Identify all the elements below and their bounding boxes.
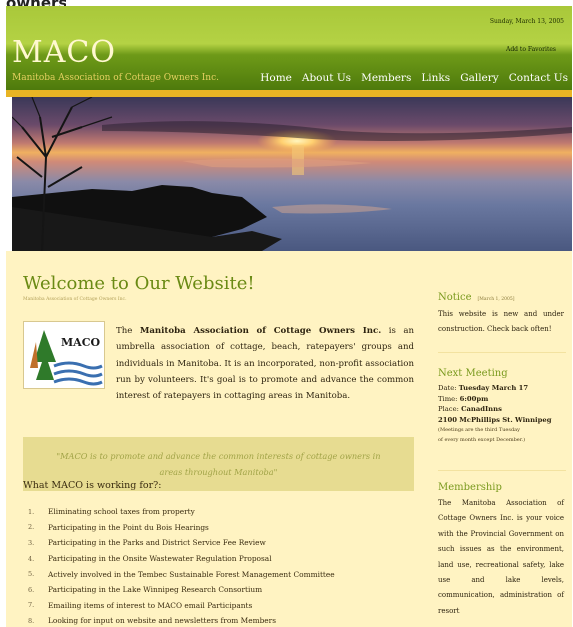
sunset-lake-banner [12, 97, 572, 251]
maco-emblem-icon [30, 330, 103, 386]
working-for-list: 1. Eliminating school taxes from property… [28, 504, 335, 627]
meeting-place: Place: CanadInns [438, 405, 502, 414]
sidebar-divider [438, 352, 566, 353]
site-tagline: Manitoba Association of Cottage Owners I… [12, 73, 219, 83]
page-title: Welcome to Our Website! [23, 273, 255, 294]
main-navigation: Home About Us Members Links Gallery Cont… [260, 72, 568, 84]
list-item: 3. Participating in the Parks and Distric… [28, 538, 266, 548]
list-item: 5. Actively involved in the Tembec Sustai… [28, 569, 335, 579]
membership-text: The Manitoba Association of Cottage Owne… [438, 499, 564, 615]
notice-text: This website is new and under constructi… [438, 310, 564, 333]
page-subtitle: Manitoba Association of Cottage Owners I… [23, 297, 127, 302]
site-logo[interactable]: MACO [12, 36, 116, 70]
nav-members[interactable]: Members [361, 72, 411, 84]
working-for-heading: What MACO is working for?: [23, 480, 162, 491]
nav-contact-us[interactable]: Contact Us [509, 72, 568, 84]
nav-gallery[interactable]: Gallery [460, 72, 499, 84]
main-content: Welcome to Our Website! Manitoba Associa… [6, 251, 572, 627]
current-date: Sunday, March 13, 2005 [489, 18, 564, 25]
nav-about-us[interactable]: About Us [302, 72, 351, 84]
list-item: 1. Eliminating school taxes from property [28, 507, 195, 517]
intro-paragraph: The Manitoba Association of Cottage Owne… [116, 326, 414, 402]
add-to-favorites-link[interactable]: Add to Favorites [506, 46, 556, 53]
notice-heading: Notice [March 1, 2005] [438, 292, 515, 303]
site-header: Sunday, March 13, 2005 Add to Favorites … [6, 6, 572, 90]
membership-heading: Membership [438, 482, 502, 493]
header-accent-bar [6, 90, 572, 97]
list-item: 4. Participating in the Onsite Wastewater… [28, 554, 272, 564]
notice-section: Notice [March 1, 2005] This website is ne… [438, 292, 564, 337]
nav-links[interactable]: Links [421, 72, 450, 84]
sidebar-divider [438, 470, 566, 471]
list-item: 8. Looking for input on website and newsl… [28, 616, 277, 626]
maco-logo: MACO [23, 321, 105, 389]
meeting-note: of every month except December.) [438, 437, 526, 444]
logo-wordmark: MACO [61, 336, 101, 349]
next-meeting-heading: Next Meeting [438, 368, 508, 379]
membership-section: Membership The Manitoba Association of C… [438, 482, 564, 619]
next-meeting-section: Next Meeting Date: Tuesday March 17 Time… [438, 368, 564, 445]
list-item: 7. Emailing items of interest to MACO ema… [28, 600, 253, 610]
meeting-date: Date: Tuesday March 17 [438, 384, 529, 392]
list-item: 2. Participating in the Point du Bois Hea… [28, 522, 209, 532]
meeting-time: Time: 6:00pm [438, 394, 489, 403]
notice-date: [March 1, 2005] [477, 297, 515, 302]
nav-home[interactable]: Home [260, 72, 292, 84]
meeting-address: 2100 McPhillips St. Winnipeg [438, 415, 552, 424]
meeting-note: (Meetings are the third Tuesday [438, 427, 520, 434]
list-item: 6. Participating in the Lake Winnipeg Res… [28, 585, 263, 595]
